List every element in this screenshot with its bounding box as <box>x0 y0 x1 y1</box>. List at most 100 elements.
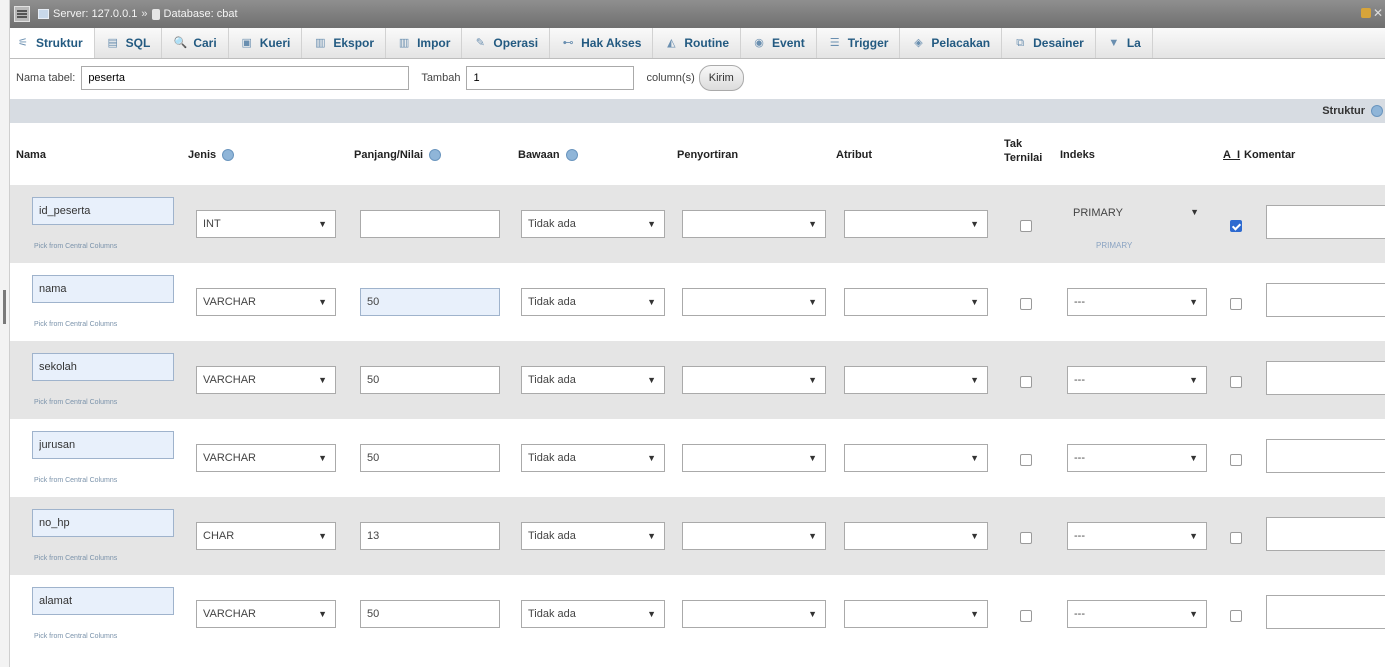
column-type-select[interactable]: CHAR ▼ <box>196 522 336 550</box>
column-collation-select[interactable]: ▼ <box>682 366 826 394</box>
pick-central-columns-link[interactable]: Pick from Central Columns <box>34 555 117 562</box>
column-default-select[interactable]: Tidak ada ▼ <box>521 444 665 472</box>
column-attribute-select[interactable]: ▼ <box>844 210 988 238</box>
column-attribute-select[interactable]: ▼ <box>844 288 988 316</box>
tab-desainer[interactable]: ⧉ Desainer <box>1002 28 1096 58</box>
column-null-checkbox[interactable] <box>1020 298 1032 310</box>
column-type-select[interactable]: VARCHAR ▼ <box>196 366 336 394</box>
help-icon[interactable] <box>565 149 578 162</box>
column-name-input[interactable] <box>32 587 174 615</box>
column-name-input[interactable] <box>32 197 174 225</box>
column-index-select[interactable]: --- ▼ <box>1067 600 1207 628</box>
column-null-checkbox[interactable] <box>1020 220 1032 232</box>
breadcrumb-database-label[interactable]: Database: cbat <box>164 8 238 20</box>
column-index-select[interactable]: --- ▼ <box>1067 288 1207 316</box>
header-length: Panjang/Nilai <box>354 149 442 162</box>
column-index-select[interactable]: PRIMARY ▼ <box>1067 199 1207 227</box>
breadcrumb-server-label[interactable]: Server: 127.0.0.1 <box>53 8 137 20</box>
column-attribute-select[interactable]: ▼ <box>844 444 988 472</box>
column-length-input[interactable] <box>360 366 500 394</box>
column-comment-input[interactable] <box>1266 517 1385 551</box>
pick-central-columns-link[interactable]: Pick from Central Columns <box>34 321 117 328</box>
column-null-checkbox[interactable] <box>1020 454 1032 466</box>
column-collation-select[interactable]: ▼ <box>682 522 826 550</box>
pick-central-columns-link[interactable]: Pick from Central Columns <box>34 399 117 406</box>
column-index-select[interactable]: --- ▼ <box>1067 444 1207 472</box>
column-null-checkbox[interactable] <box>1020 532 1032 544</box>
tab-event[interactable]: ◉ Event <box>741 28 817 58</box>
help-icon[interactable] <box>1371 105 1383 117</box>
column-name-input[interactable] <box>32 353 174 381</box>
column-null-checkbox[interactable] <box>1020 610 1032 622</box>
column-auto-increment-checkbox[interactable] <box>1230 610 1242 622</box>
pick-central-columns-link[interactable]: Pick from Central Columns <box>34 633 117 640</box>
tab-operasi[interactable]: ✎ Operasi <box>462 28 551 58</box>
help-icon[interactable] <box>429 149 442 162</box>
column-name-input[interactable] <box>32 431 174 459</box>
column-collation-select[interactable]: ▼ <box>682 210 826 238</box>
breadcrumb-separator: » <box>141 8 148 20</box>
column-default-select[interactable]: Tidak ada ▼ <box>521 522 665 550</box>
tab-ekspor[interactable]: ▥ Ekspor <box>302 28 387 58</box>
column-collation-select[interactable]: ▼ <box>682 600 826 628</box>
column-auto-increment-checkbox[interactable] <box>1230 220 1242 232</box>
tab-hak-akses[interactable]: ⊷ Hak Akses <box>550 28 654 58</box>
column-collation-select[interactable]: ▼ <box>682 288 826 316</box>
tab-routine[interactable]: ◭ Routine <box>653 28 742 58</box>
table-name-input[interactable] <box>81 66 410 90</box>
menu-icon[interactable] <box>14 6 30 22</box>
column-length-input[interactable] <box>360 600 500 628</box>
column-comment-input[interactable] <box>1266 205 1385 239</box>
column-index-select[interactable]: --- ▼ <box>1067 522 1207 550</box>
table-name-label: Nama tabel: <box>16 72 76 84</box>
column-comment-input[interactable] <box>1266 361 1385 395</box>
column-type-select[interactable]: VARCHAR ▼ <box>196 600 336 628</box>
help-icon[interactable] <box>222 149 235 162</box>
pick-central-columns-link[interactable]: Pick from Central Columns <box>34 477 117 484</box>
column-name-input[interactable] <box>32 275 174 303</box>
breadcrumb-server[interactable]: Server: 127.0.0.1 <box>38 8 137 20</box>
column-type-select[interactable]: INT ▼ <box>196 210 336 238</box>
column-length-input[interactable] <box>360 522 500 550</box>
tab-kueri[interactable]: ▣ Kueri <box>229 28 303 58</box>
chevron-down-icon: ▼ <box>1189 531 1198 541</box>
index-primary-link[interactable]: PRIMARY <box>1096 241 1132 250</box>
close-icon[interactable]: ✕ <box>1373 6 1383 20</box>
resize-notch[interactable] <box>3 290 6 324</box>
column-attribute-select[interactable]: ▼ <box>844 600 988 628</box>
column-comment-input[interactable] <box>1266 439 1385 473</box>
column-null-checkbox[interactable] <box>1020 376 1032 388</box>
tab-impor[interactable]: ▥ Impor <box>386 28 463 58</box>
column-auto-increment-checkbox[interactable] <box>1230 298 1242 310</box>
column-name-input[interactable] <box>32 509 174 537</box>
column-collation-select[interactable]: ▼ <box>682 444 826 472</box>
column-auto-increment-checkbox[interactable] <box>1230 376 1242 388</box>
column-attribute-select[interactable]: ▼ <box>844 366 988 394</box>
column-comment-input[interactable] <box>1266 595 1385 629</box>
column-length-input[interactable] <box>360 210 500 238</box>
column-default-select[interactable]: Tidak ada ▼ <box>521 288 665 316</box>
column-type-select[interactable]: VARCHAR ▼ <box>196 444 336 472</box>
column-index-select[interactable]: --- ▼ <box>1067 366 1207 394</box>
breadcrumb-database[interactable]: Database: cbat <box>151 8 238 20</box>
column-default-select[interactable]: Tidak ada ▼ <box>521 600 665 628</box>
tab-trigger[interactable]: ☰ Trigger <box>817 28 901 58</box>
column-auto-increment-checkbox[interactable] <box>1230 454 1242 466</box>
column-default-select[interactable]: Tidak ada ▼ <box>521 210 665 238</box>
add-columns-button[interactable]: Kirim <box>698 65 744 91</box>
column-type-select[interactable]: VARCHAR ▼ <box>196 288 336 316</box>
tab-pelacakan[interactable]: ◈ Pelacakan <box>900 28 1003 58</box>
tab-sql[interactable]: ▤ SQL <box>95 28 163 58</box>
column-default-select[interactable]: Tidak ada ▼ <box>521 366 665 394</box>
pick-central-columns-link[interactable]: Pick from Central Columns <box>34 243 117 250</box>
chevron-down-icon: ▼ <box>318 297 327 307</box>
tab-struktur[interactable]: ⚟ Struktur <box>10 28 95 58</box>
column-length-input[interactable] <box>360 444 500 472</box>
column-comment-input[interactable] <box>1266 283 1385 317</box>
column-length-input[interactable] <box>360 288 500 316</box>
column-attribute-select[interactable]: ▼ <box>844 522 988 550</box>
tab-cari[interactable]: 🔍 Cari <box>162 28 229 58</box>
add-columns-count-input[interactable] <box>466 66 635 90</box>
column-auto-increment-checkbox[interactable] <box>1230 532 1242 544</box>
tab-la[interactable]: ▼ La <box>1096 28 1153 58</box>
